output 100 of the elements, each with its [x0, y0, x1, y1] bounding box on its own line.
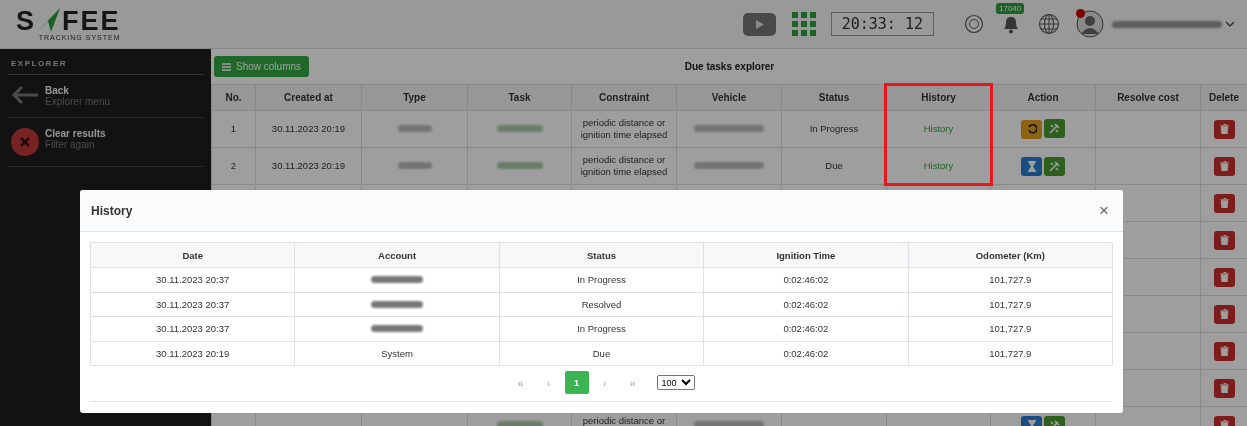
- table-cell: 101,727.9: [908, 267, 1113, 292]
- table-cell: 0:02:46:02: [703, 316, 909, 341]
- close-circle-icon: [11, 128, 39, 156]
- redacted-text: [694, 421, 764, 426]
- globe-icon[interactable]: [1038, 13, 1060, 35]
- column-header: Status: [499, 242, 704, 268]
- history-link[interactable]: History: [923, 160, 954, 171]
- table-cell: Due: [499, 341, 704, 366]
- delete-button[interactable]: [1213, 304, 1235, 324]
- column-header: No.: [211, 84, 256, 111]
- column-header: Created at: [255, 84, 362, 111]
- trash-icon: [1219, 198, 1229, 208]
- table-cell: 101,727.9: [908, 341, 1113, 366]
- redacted-text: [371, 300, 424, 308]
- column-header: Account: [294, 242, 500, 268]
- redacted-text: [371, 276, 424, 284]
- table-cell: In Progress: [499, 267, 704, 292]
- redacted-text: [694, 162, 764, 169]
- pagination-button[interactable]: 1: [564, 371, 589, 394]
- table-cell: periodic distance or: [582, 415, 666, 426]
- table-cell: 0:02:46:02: [703, 341, 909, 366]
- resolve-button[interactable]: [1044, 156, 1065, 176]
- column-header: Resolve cost: [1095, 84, 1201, 111]
- delete-button[interactable]: [1213, 341, 1235, 361]
- table-cell: 30.11.2023 20:37: [90, 292, 295, 317]
- table-cell: In Progress: [499, 316, 704, 341]
- table-cell: periodic distance or ignition time elapsed: [580, 154, 668, 177]
- table-cell: Due: [825, 160, 843, 171]
- table-cell: 101,727.9: [908, 292, 1113, 317]
- logo-text: S: [16, 9, 36, 33]
- table-cell: 101,727.9: [908, 316, 1113, 341]
- table-cell: 30.11.2023 20:19: [90, 341, 295, 366]
- column-header: Delete: [1200, 84, 1247, 111]
- redacted-text: [397, 162, 432, 169]
- sidebar-title: EXPLORER: [7, 49, 204, 75]
- tools-icon: [1049, 123, 1060, 135]
- notification-badge: 17040: [996, 3, 1025, 14]
- delete-button[interactable]: [1213, 119, 1235, 139]
- delete-button[interactable]: [1213, 378, 1235, 398]
- column-header: Task: [467, 84, 572, 111]
- column-header: Constraint: [571, 84, 677, 111]
- row-number: 2: [230, 160, 237, 171]
- trash-icon: [1219, 124, 1229, 134]
- pagination-button[interactable]: ‹: [536, 371, 561, 394]
- sidebar-item-title: Back: [45, 85, 70, 96]
- delete-button[interactable]: [1213, 230, 1235, 250]
- reset-button[interactable]: [1021, 119, 1042, 139]
- redacted-text: [496, 125, 543, 132]
- pending-button[interactable]: [1021, 156, 1042, 176]
- hourglass-icon: [1027, 160, 1036, 172]
- history-link[interactable]: History: [923, 123, 954, 134]
- trash-icon: [1219, 272, 1229, 282]
- arrow-logo-icon: [36, 7, 62, 33]
- table-cell: System: [381, 347, 413, 359]
- tools-icon: [1049, 160, 1060, 172]
- dialog-title: History: [91, 203, 133, 218]
- redacted-text: [694, 125, 764, 132]
- video-play-icon[interactable]: [742, 12, 776, 36]
- trash-icon: [1219, 383, 1229, 393]
- page-title: Due tasks explorer: [684, 61, 775, 72]
- pagination-button[interactable]: »: [620, 371, 645, 394]
- trash-icon: [1219, 309, 1229, 319]
- clock-display: 20:33: 12: [830, 12, 934, 36]
- column-header: Ignition Time: [703, 242, 909, 268]
- row-number: 1: [230, 123, 237, 134]
- column-header: Status: [781, 84, 887, 111]
- delete-button[interactable]: [1213, 156, 1235, 176]
- redacted-text: [397, 125, 432, 132]
- table-cell: 30.11.2023 20:19: [271, 160, 346, 171]
- pagination-button[interactable]: «: [508, 371, 533, 394]
- redacted-text: [371, 325, 424, 333]
- app-grid-icon[interactable]: [791, 11, 817, 37]
- undo-icon: [1026, 124, 1037, 135]
- menu-icon: [222, 62, 231, 71]
- column-header: Odometer (Km): [908, 242, 1113, 268]
- close-button[interactable]: ×: [1097, 202, 1111, 219]
- trash-icon: [1219, 161, 1229, 171]
- delete-button[interactable]: [1213, 193, 1235, 213]
- column-header: Vehicle: [676, 84, 782, 111]
- column-header: Type: [361, 84, 468, 111]
- column-header: History: [886, 84, 991, 111]
- column-header: Action: [990, 84, 1096, 111]
- chevron-down-icon[interactable]: [1225, 20, 1235, 28]
- redacted-text: [496, 421, 543, 426]
- trash-icon: [1219, 235, 1229, 245]
- delete-button[interactable]: [1213, 267, 1235, 287]
- trash-icon: [1219, 346, 1229, 356]
- column-header: Date: [90, 242, 295, 268]
- avatar-icon[interactable]: [1076, 10, 1104, 38]
- table-cell: Resolved: [499, 292, 704, 317]
- pagination-button[interactable]: ›: [592, 371, 617, 394]
- page-size-select[interactable]: 100: [656, 375, 695, 390]
- show-columns-button[interactable]: Show columns: [214, 56, 310, 77]
- table-cell: 30.11.2023 20:19: [271, 123, 346, 134]
- table-cell: 30.11.2023 20:37: [90, 267, 295, 292]
- arrow-left-icon: [11, 85, 39, 105]
- hourglass-icon: [1027, 419, 1036, 426]
- table-cell: 0:02:46:02: [703, 267, 909, 292]
- table-cell: 30.11.2023 20:37: [90, 316, 295, 341]
- logo-text: FEE: [62, 9, 121, 33]
